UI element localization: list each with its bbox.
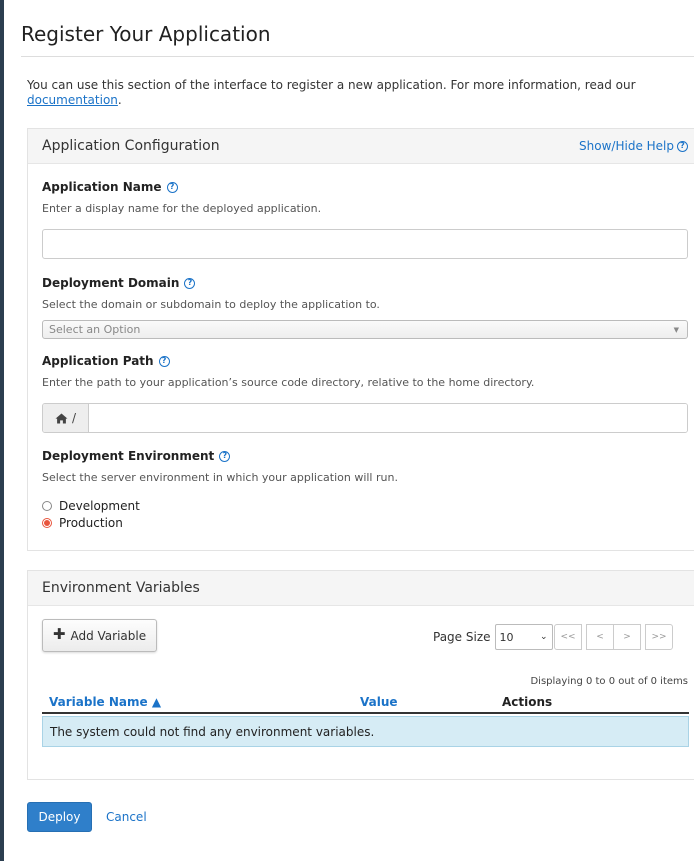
path-help: Enter the path to your application’s sou… — [42, 376, 535, 389]
intro-period: . — [117, 93, 122, 107]
env-panel-title: Environment Variables — [42, 580, 200, 596]
path-prefix: / — [71, 411, 77, 425]
table-empty-row: The system could not find any environmen… — [42, 716, 689, 747]
domain-label-text: Deployment Domain — [42, 276, 180, 290]
page-size-label: Page Size — [433, 630, 491, 644]
path-input-group: / — [42, 403, 688, 433]
documentation-link[interactable]: documentation — [27, 93, 118, 107]
prev-page-button[interactable]: < — [586, 624, 614, 650]
env-panel-heading: Environment Variables — [28, 571, 694, 606]
page-size-select[interactable]: 10 ⌄ — [494, 624, 553, 650]
radio-production-label: Production — [59, 516, 123, 530]
column-actions: Actions — [502, 695, 553, 709]
path-input[interactable] — [89, 404, 687, 432]
plus-icon: ✚ — [52, 625, 66, 643]
path-label: Application Path ? — [42, 354, 694, 368]
form-footer: Deploy Cancel — [27, 802, 147, 832]
domain-help-icon[interactable]: ? — [184, 277, 196, 289]
chevron-down-icon: ⌄ — [539, 632, 548, 642]
column-value[interactable]: Value — [360, 695, 502, 709]
config-panel-title: Application Configuration — [42, 138, 220, 154]
pagination: << < > >> — [554, 624, 673, 650]
app-name-label: Application Name ? — [42, 180, 694, 194]
window-edge — [0, 0, 4, 861]
intro-sentence: You can use this section of the interfac… — [27, 78, 636, 92]
app-name-input[interactable] — [42, 229, 688, 259]
home-icon — [55, 412, 68, 424]
show-hide-help-label: Show/Hide Help — [579, 139, 674, 153]
column-variable-name[interactable]: Variable Name ▲ — [42, 695, 360, 709]
intro-text: You can use this section of the interfac… — [21, 78, 694, 108]
env-panel: Environment Variables ✚ Add Variable Pag… — [27, 570, 694, 780]
radio-development-label: Development — [59, 499, 140, 513]
app-name-help: Enter a display name for the deployed ap… — [42, 202, 322, 215]
radio-production[interactable]: Production — [42, 516, 694, 530]
page-title: Register Your Application — [21, 0, 694, 57]
domain-label: Deployment Domain ? — [42, 276, 694, 290]
deploy-button[interactable]: Deploy — [27, 802, 92, 832]
home-dir-addon: / — [43, 404, 89, 432]
add-variable-label: Add Variable — [70, 628, 147, 643]
page-size-control: Page Size 10 ⌄ — [433, 624, 553, 650]
domain-select[interactable]: Select an Option ▼ — [42, 320, 688, 339]
app-name-help-icon[interactable]: ? — [166, 181, 178, 193]
domain-select-value: Select an Option — [49, 323, 141, 336]
help-circle-icon: ? — [677, 140, 688, 152]
displaying-count: Displaying 0 to 0 out of 0 items — [530, 676, 688, 687]
table-header: Variable Name ▲ Value Actions — [42, 692, 689, 714]
radio-development[interactable]: Development — [42, 499, 694, 513]
next-page-button[interactable]: > — [613, 624, 641, 650]
config-panel-heading: Application Configuration Show/Hide Help… — [28, 129, 694, 164]
config-panel-body: Application Name ? Enter a display name … — [28, 164, 694, 550]
first-page-button[interactable]: << — [554, 624, 582, 650]
caret-down-icon: ▼ — [673, 325, 679, 334]
cancel-link[interactable]: Cancel — [106, 810, 147, 824]
last-page-button[interactable]: >> — [645, 624, 673, 650]
environment-help: Select the server environment in which y… — [42, 471, 398, 484]
page: Register Your Application You can use th… — [0, 0, 694, 780]
environment-label-text: Deployment Environment — [42, 449, 215, 463]
environment-label: Deployment Environment ? — [42, 449, 694, 463]
path-label-text: Application Path — [42, 354, 154, 368]
radio-development-button[interactable] — [42, 501, 52, 511]
config-panel: Application Configuration Show/Hide Help… — [27, 128, 694, 551]
radio-production-button[interactable] — [42, 518, 52, 528]
environment-help-icon[interactable]: ? — [219, 450, 231, 462]
path-help-icon[interactable]: ? — [158, 355, 170, 367]
page-size-value: 10 — [499, 630, 514, 644]
show-hide-help-link[interactable]: Show/Hide Help ? — [579, 139, 688, 153]
domain-help: Select the domain or subdomain to deploy… — [42, 298, 380, 311]
env-panel-body: ✚ Add Variable Page Size 10 ⌄ << < > >> … — [28, 606, 694, 779]
app-name-label-text: Application Name — [42, 180, 162, 194]
add-variable-button[interactable]: ✚ Add Variable — [42, 619, 157, 652]
